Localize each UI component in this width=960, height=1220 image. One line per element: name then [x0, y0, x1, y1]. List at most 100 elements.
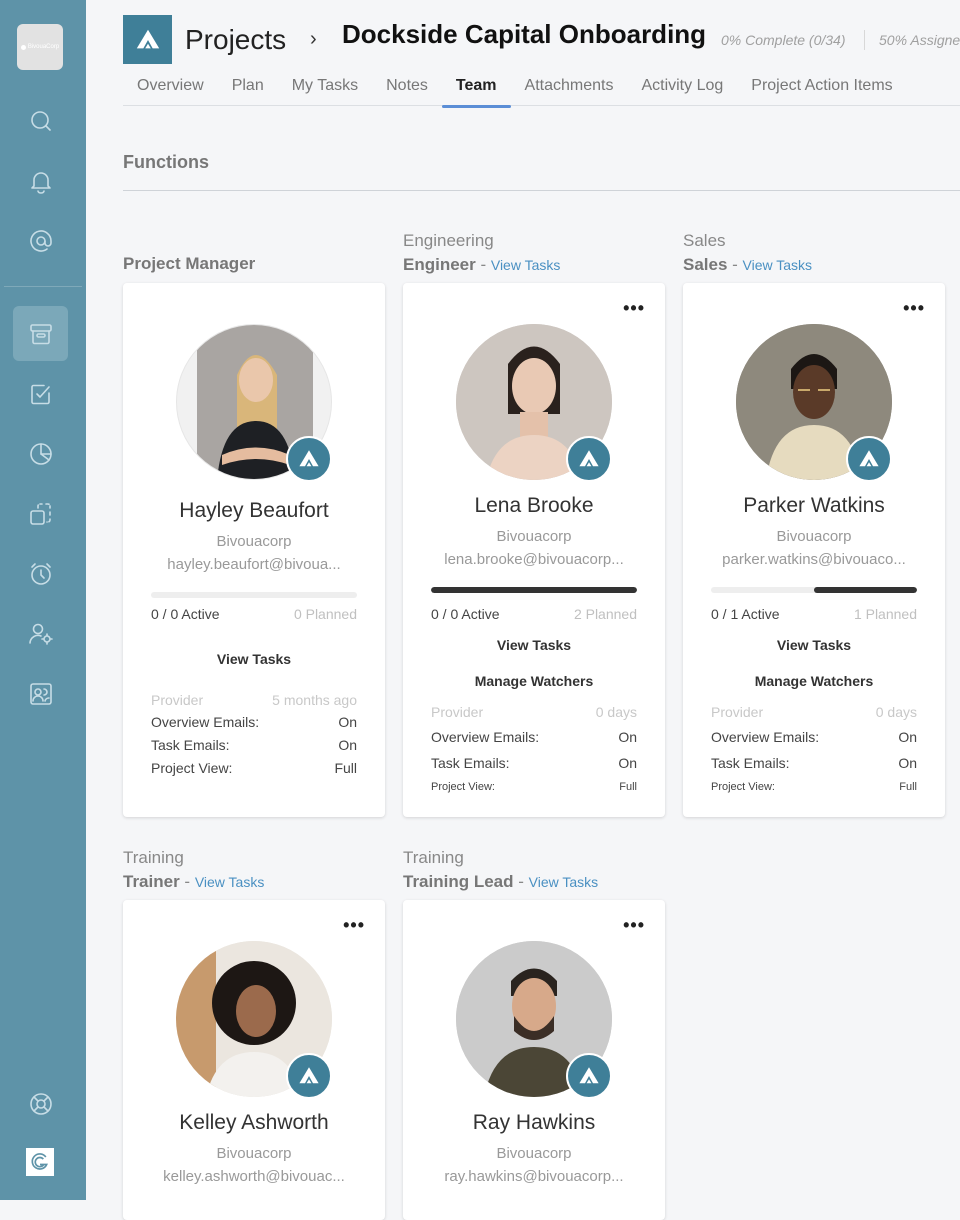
provider-label: Provider [151, 692, 204, 708]
checkbox-icon[interactable] [13, 366, 68, 421]
role-label: Training Lead [403, 872, 514, 891]
manage-watchers-button[interactable]: Manage Watchers [683, 673, 945, 689]
archive-box-icon[interactable] [13, 306, 68, 361]
project-title: Dockside Capital Onboarding [342, 19, 707, 49]
user-gear-icon[interactable] [13, 606, 68, 661]
view-tasks-button[interactable]: View Tasks [683, 637, 945, 653]
logo-text: BivouaCorp [27, 44, 60, 50]
role-label: Sales [683, 255, 728, 274]
department-label: Training [123, 848, 184, 867]
member-email: kelley.ashworth@bivouac... [163, 1168, 345, 1185]
member-email: lena.brooke@bivouacorp... [444, 551, 624, 568]
provider-row: Provider 5 months ago [151, 692, 357, 708]
member-name: Parker Watkins [743, 494, 885, 517]
overview-emails-value: On [618, 729, 637, 745]
completion-stat: 0% Complete (0/34) [721, 32, 846, 48]
tab-attachments[interactable]: Attachments [511, 76, 628, 106]
project-logo[interactable] [123, 15, 172, 64]
overview-emails-row: Overview Emails: On [151, 714, 357, 730]
view-tasks-link[interactable]: View Tasks [743, 257, 813, 273]
breadcrumb-projects[interactable]: Projects [185, 24, 286, 56]
department-label: Training [403, 848, 464, 867]
task-progress-bar [151, 592, 357, 598]
pie-chart-icon[interactable] [13, 426, 68, 481]
task-progress-bar [711, 587, 917, 593]
active-count: 0 / 0 Active [151, 606, 220, 622]
project-view-row: Project View: Full [431, 781, 637, 793]
overview-emails-row: Overview Emails: On [431, 729, 637, 745]
planned-count: 2 Planned [573, 606, 637, 622]
tab-activity-log[interactable]: Activity Log [627, 76, 737, 106]
more-options-icon[interactable]: ••• [623, 916, 645, 934]
project-view-value: Full [334, 760, 357, 776]
manage-watchers-button[interactable]: Manage Watchers [403, 673, 665, 689]
task-emails-row: Task Emails: On [431, 755, 637, 771]
member-company: Bivouacorp [496, 528, 572, 545]
overview-emails-label: Overview Emails: [151, 714, 260, 730]
member-name: Lena Brooke [474, 494, 594, 517]
logo-dot [20, 44, 26, 50]
brand-badge-icon [286, 436, 332, 482]
workspace-logo[interactable]: BivouaCorp [17, 24, 63, 70]
help-lifebuoy-icon[interactable] [13, 1076, 68, 1131]
active-count: 0 / 1 Active [711, 606, 780, 622]
group-header-sales: Sales Sales - View Tasks [683, 231, 945, 279]
view-tasks-link[interactable]: View Tasks [491, 257, 561, 273]
view-tasks-button[interactable]: View Tasks [123, 651, 385, 667]
group-header-project-manager: Project Manager [123, 254, 385, 278]
tab-team[interactable]: Team [441, 76, 511, 108]
contacts-icon[interactable] [13, 666, 68, 721]
section-divider [123, 190, 960, 191]
brand-badge-icon [846, 436, 892, 482]
member-card-hayley-beaufort: Hayley Beaufort Bivouacorp hayley.beaufo… [123, 283, 385, 817]
section-title: Functions [123, 152, 209, 172]
task-emails-label: Task Emails: [431, 755, 510, 771]
more-options-icon[interactable]: ••• [343, 916, 365, 934]
task-progress-fill [431, 587, 637, 593]
sidebar: BivouaCorp [0, 0, 86, 1200]
task-emails-row: Task Emails: On [711, 755, 917, 771]
member-name: Ray Hawkins [472, 1111, 596, 1134]
stopwatch-icon[interactable] [13, 546, 68, 601]
member-company: Bivouacorp [496, 1145, 572, 1162]
brand-g-icon[interactable] [26, 1148, 54, 1176]
project-header: Projects › Dockside Capital Onboarding 0… [86, 0, 960, 110]
tab-my-tasks[interactable]: My Tasks [278, 76, 372, 106]
active-count: 0 / 0 Active [431, 606, 500, 622]
provider-row: Provider 0 days [431, 704, 637, 720]
breadcrumb-chevron-icon: › [310, 28, 317, 50]
project-view-value: Full [899, 781, 917, 793]
role-label: Engineer [403, 255, 476, 274]
brand-a-icon [136, 29, 159, 48]
project-view-row: Project View: Full [711, 781, 917, 793]
task-emails-label: Task Emails: [151, 737, 230, 753]
tab-overview[interactable]: Overview [123, 76, 218, 106]
tab-notes[interactable]: Notes [372, 76, 442, 106]
tab-project-action-items[interactable]: Project Action Items [737, 76, 906, 106]
project-view-label: Project View: [711, 781, 775, 793]
department-label: Engineering [403, 231, 494, 250]
task-emails-value: On [338, 737, 357, 753]
at-sign-icon[interactable] [13, 213, 68, 268]
member-card-lena-brooke: ••• Lena Brooke Bivouacorp lena.brooke@b… [403, 283, 665, 817]
more-options-icon[interactable]: ••• [903, 299, 925, 317]
task-emails-value: On [898, 755, 917, 771]
role-label: Trainer [123, 872, 180, 891]
project-tabs: Overview Plan My Tasks Notes Team Attach… [123, 76, 960, 108]
brand-badge-icon [566, 1053, 612, 1099]
member-email: parker.watkins@bivouaco... [722, 551, 906, 568]
view-tasks-link[interactable]: View Tasks [195, 874, 265, 890]
tab-plan[interactable]: Plan [218, 76, 278, 106]
search-icon[interactable] [13, 93, 68, 148]
view-tasks-button[interactable]: View Tasks [403, 637, 665, 653]
task-counts: 0 / 0 Active 2 Planned [431, 606, 637, 622]
member-card-parker-watkins: ••• Parker Watkins Bivouacorp parker.wat… [683, 283, 945, 817]
overview-emails-row: Overview Emails: On [711, 729, 917, 745]
dashed-squares-icon[interactable] [13, 486, 68, 541]
project-view-row: Project View: Full [151, 760, 357, 776]
group-header-engineering: Engineering Engineer - View Tasks [403, 231, 665, 279]
task-emails-value: On [618, 755, 637, 771]
view-tasks-link[interactable]: View Tasks [529, 874, 599, 890]
bell-icon[interactable] [13, 153, 68, 208]
more-options-icon[interactable]: ••• [623, 299, 645, 317]
